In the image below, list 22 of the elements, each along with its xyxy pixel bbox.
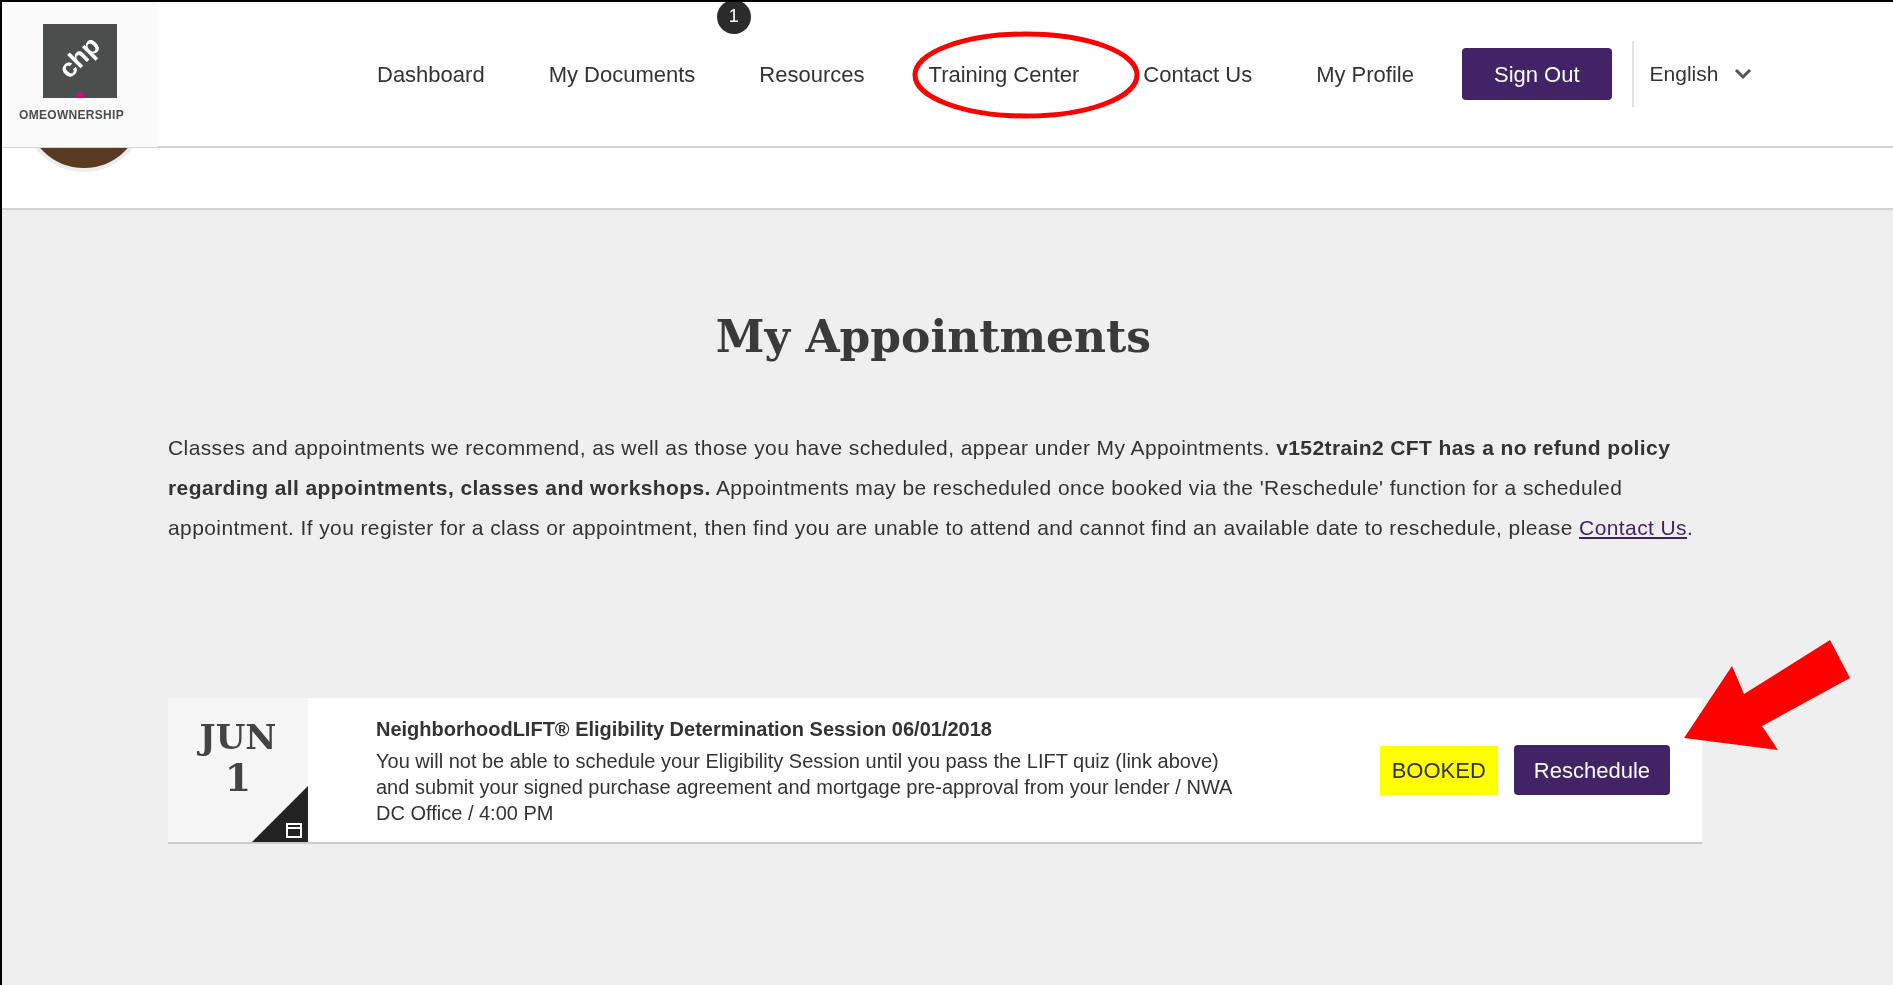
appointment-title: NeighborhoodLIFT® Eligibility Determination Session 06/01/2018 [376,717,993,742]
logo-text: OMEOWNERSHIP [19,107,124,124]
notification-badge: 1 [716,2,751,34]
date-day: 1 [224,756,252,800]
nav-link[interactable]: My Profile [1316,61,1414,87]
nav-link[interactable]: Dashboard [377,61,485,87]
page-title: My Appointments [714,310,1153,364]
sign-out-button[interactable]: Sign Out [1461,48,1612,100]
appointment-description: You will not be able to schedule your Eligibility Session until you pass the LIFT quiz (link above) and submit your signed purchase agreement and mortgage pre-approval from your lender / NWA DC Office / 4:00 PM [376,749,1233,826]
intro-paragraph: Classes and appointments we recommend, as well as those you have scheduled, appear under My Appointments. v152train2 CFT has a no refund policy regarding all appointments, classes and workshops. Appointments may be rescheduled once booked via the 'Reschedule' function for a scheduled appointment. If you register for a class or appointment, then find you are unable to attend and cannot find an available date to reschedule, please Contact Us. [168,435,1695,541]
language-dropdown[interactable]: English [1649,58,1753,90]
chevron-down-icon [1734,68,1753,80]
date-month: JUN [199,718,277,756]
nav-link[interactable]: Resources [759,61,865,87]
reschedule-button[interactable]: Reschedule [1513,745,1670,795]
contact-us-link[interactable]: Contact Us [1579,516,1687,539]
nav-link[interactable]: Contact Us [1143,61,1253,87]
nav-link[interactable]: My Documents [548,61,696,87]
roof-icon [73,91,86,98]
status-label: BOOKED [1379,745,1498,795]
logo[interactable]: chp OMEOWNERSHIP [2,2,157,147]
logo-mark: chp [53,31,106,83]
